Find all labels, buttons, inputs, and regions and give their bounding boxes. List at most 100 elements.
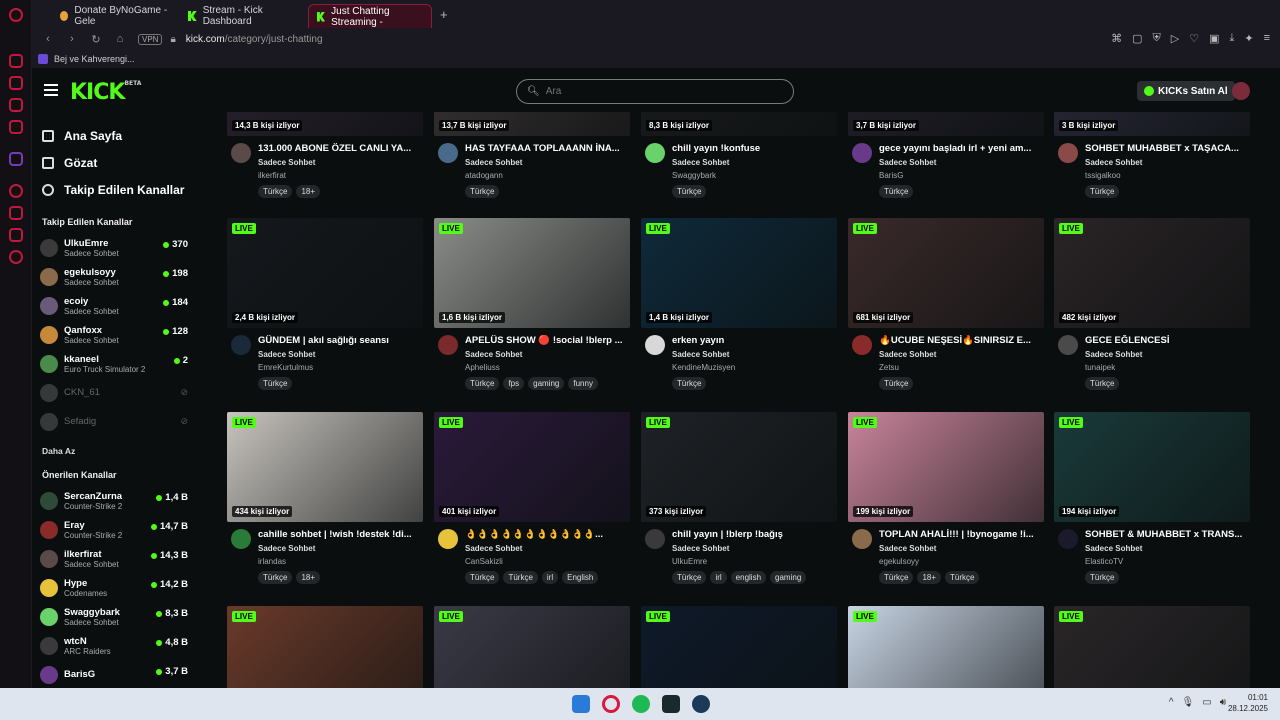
whatsapp-icon[interactable]	[9, 98, 23, 112]
stream-thumbnail[interactable]: 14,3 B kişi izliyor	[227, 112, 423, 136]
streamer-name[interactable]: EmreKurtulmus	[258, 363, 313, 372]
avatar[interactable]	[438, 529, 458, 549]
sidebar-channel[interactable]: kkaneel Euro Truck Simulator 2 2	[32, 349, 202, 378]
stream-category[interactable]: Sadece Sohbet	[258, 544, 315, 553]
tag[interactable]: Türkçe	[672, 185, 707, 198]
opera-logo-icon[interactable]	[9, 8, 23, 22]
stream-title[interactable]: chill yayın | !blerp !bağış	[672, 529, 834, 540]
stream-thumbnail[interactable]: LIVE 1,4 B kişi izliyor	[641, 218, 837, 328]
back-icon[interactable]: ‹	[40, 33, 56, 45]
tab-just-chatting[interactable]: Just Chatting Streaming -	[308, 4, 432, 28]
avatar[interactable]	[645, 529, 665, 549]
settings-icon[interactable]	[9, 250, 23, 264]
stream-card[interactable]: LIVE 2,4 B kişi izliyor GÜNDEM | akıl sağl…	[227, 218, 423, 400]
stream-card[interactable]: 8,3 B kişi izliyor chill yayın !konfuse Sa…	[641, 112, 837, 208]
stream-card[interactable]: LIVE	[641, 606, 837, 688]
tag[interactable]: Türkçe	[258, 377, 293, 390]
tag[interactable]: Türkçe	[258, 571, 293, 584]
tag[interactable]: irl	[541, 571, 559, 584]
stream-title[interactable]: APELÜS SHOW 🔴 !social !blerp ...	[465, 335, 627, 346]
stream-thumbnail[interactable]: 3 B kişi izliyor	[1054, 112, 1250, 136]
stream-thumbnail[interactable]: LIVE	[848, 606, 1044, 688]
wallet-icon[interactable]: ▣	[1209, 32, 1219, 45]
tag[interactable]: Türkçe	[879, 571, 914, 584]
tag[interactable]: 18+	[917, 571, 942, 584]
stream-category[interactable]: Sadece Sohbet	[465, 158, 522, 167]
stream-category[interactable]: Sadece Sohbet	[879, 544, 936, 553]
stream-thumbnail[interactable]: LIVE 1,6 B kişi izliyor	[434, 218, 630, 328]
stream-title[interactable]: HAS TAYFAAA TOPLAAANN İNA...	[465, 143, 627, 154]
stream-category[interactable]: Sadece Sohbet	[1085, 158, 1142, 167]
avatar[interactable]	[231, 143, 251, 163]
extensions-icon[interactable]	[9, 228, 23, 242]
avatar[interactable]	[852, 529, 872, 549]
streamer-name[interactable]: CanSakizli	[465, 557, 503, 566]
stream-title[interactable]: SOHBET MUHABBET x TAŞACA...	[1085, 143, 1247, 154]
pin-icon[interactable]: ⌘	[1111, 32, 1122, 45]
nav-home[interactable]: Ana Sayfa	[42, 122, 202, 149]
tag[interactable]: English	[562, 571, 599, 584]
player-icon[interactable]	[9, 184, 23, 198]
tab-kick-dashboard[interactable]: Stream - Kick Dashboard	[180, 4, 308, 28]
start-icon[interactable]	[572, 695, 590, 713]
stream-card[interactable]: 3,7 B kişi izliyor gece yayını başladı ir…	[848, 112, 1044, 208]
avatar[interactable]	[645, 335, 665, 355]
avatar[interactable]	[438, 335, 458, 355]
stream-title[interactable]: cahille sohbet | !wish !destek !di...	[258, 529, 420, 540]
stream-card[interactable]: 13,7 B kişi izliyor HAS TAYFAAA TOPLAAANN…	[434, 112, 630, 208]
tray-chevron-icon[interactable]: ^	[1169, 697, 1174, 708]
sidebar-channel[interactable]: CKN_61 ⊘	[32, 378, 202, 407]
stream-thumbnail[interactable]: LIVE 194 kişi izliyor	[1054, 412, 1250, 522]
stream-category[interactable]: Sadece Sohbet	[879, 158, 936, 167]
stream-card[interactable]: LIVE 1,6 B kişi izliyor APELÜS SHOW 🔴 !soc…	[434, 218, 630, 400]
stream-category[interactable]: Sadece Sohbet	[672, 350, 729, 359]
stream-thumbnail[interactable]: 13,7 B kişi izliyor	[434, 112, 630, 136]
mic-icon[interactable]: 🎙︎	[1182, 697, 1195, 708]
tag[interactable]: Türkçe	[672, 377, 707, 390]
streamer-name[interactable]: tunaipek	[1085, 363, 1115, 372]
stream-title[interactable]: TOPLAN AHALİ!!! | !bynogame !i...	[879, 529, 1041, 540]
stream-thumbnail[interactable]: LIVE	[641, 606, 837, 688]
stream-thumbnail[interactable]: LIVE 681 kişi izliyor	[848, 218, 1044, 328]
sidebar-channel[interactable]: ecoiy Sadece Sohbet 184	[32, 291, 202, 320]
tag[interactable]: Türkçe	[879, 377, 914, 390]
nav-browse[interactable]: Gözat	[42, 149, 202, 176]
stream-thumbnail[interactable]: 8,3 B kişi izliyor	[641, 112, 837, 136]
tag[interactable]: fps	[503, 377, 525, 390]
stream-thumbnail[interactable]: LIVE	[1054, 606, 1250, 688]
sidebar-channel[interactable]: BarisG 3,7 B	[32, 660, 202, 688]
download-icon[interactable]: ⤓	[1229, 32, 1234, 45]
stream-category[interactable]: Sadece Sohbet	[879, 350, 936, 359]
aria-icon[interactable]	[9, 54, 23, 68]
stream-thumbnail[interactable]: LIVE	[434, 606, 630, 688]
stream-thumbnail[interactable]: LIVE 2,4 B kişi izliyor	[227, 218, 423, 328]
play-icon[interactable]: ▷	[1171, 32, 1179, 45]
mail-icon[interactable]	[9, 120, 23, 134]
stream-thumbnail[interactable]: LIVE	[227, 606, 423, 688]
sidebar-channel[interactable]: Sefadig ⊘	[32, 407, 202, 436]
kick-app-icon[interactable]	[662, 695, 680, 713]
stream-card[interactable]: LIVE 681 kişi izliyor 🔥UCUBE NEŞESİ🔥SINIRS…	[848, 218, 1044, 400]
stream-card[interactable]: 14,3 B kişi izliyor 131.000 ABONE ÖZEL CA…	[227, 112, 423, 208]
stream-thumbnail[interactable]: 3,7 B kişi izliyor	[848, 112, 1044, 136]
tag[interactable]: gaming	[528, 377, 565, 390]
nav-following[interactable]: Takip Edilen Kanallar	[42, 176, 202, 203]
spotify-icon[interactable]	[632, 695, 650, 713]
stream-card[interactable]: LIVE	[227, 606, 423, 688]
sidebar-channel[interactable]: Swaggybark Sadece Sohbet 8,3 B	[32, 602, 202, 631]
tag[interactable]: 18+	[296, 185, 321, 198]
search-input[interactable]	[545, 86, 766, 97]
streamer-name[interactable]: KendineMuzisyen	[672, 363, 735, 372]
tag[interactable]: english	[730, 571, 767, 584]
stream-card[interactable]: 3 B kişi izliyor SOHBET MUHABBET x TAŞACA…	[1054, 112, 1250, 208]
streamer-name[interactable]: atadogann	[465, 171, 503, 180]
tag[interactable]: Türkçe	[503, 571, 538, 584]
stream-category[interactable]: Sadece Sohbet	[672, 544, 729, 553]
messenger-icon[interactable]	[9, 76, 23, 90]
streamer-name[interactable]: UlkuEmre	[672, 557, 707, 566]
tag[interactable]: Türkçe	[258, 185, 293, 198]
streamer-name[interactable]: Swaggybark	[672, 171, 716, 180]
tag[interactable]: Türkçe	[672, 571, 707, 584]
sidebar-channel[interactable]: egekulsoyy Sadece Sohbet 198	[32, 262, 202, 291]
tag[interactable]: 18+	[296, 571, 321, 584]
